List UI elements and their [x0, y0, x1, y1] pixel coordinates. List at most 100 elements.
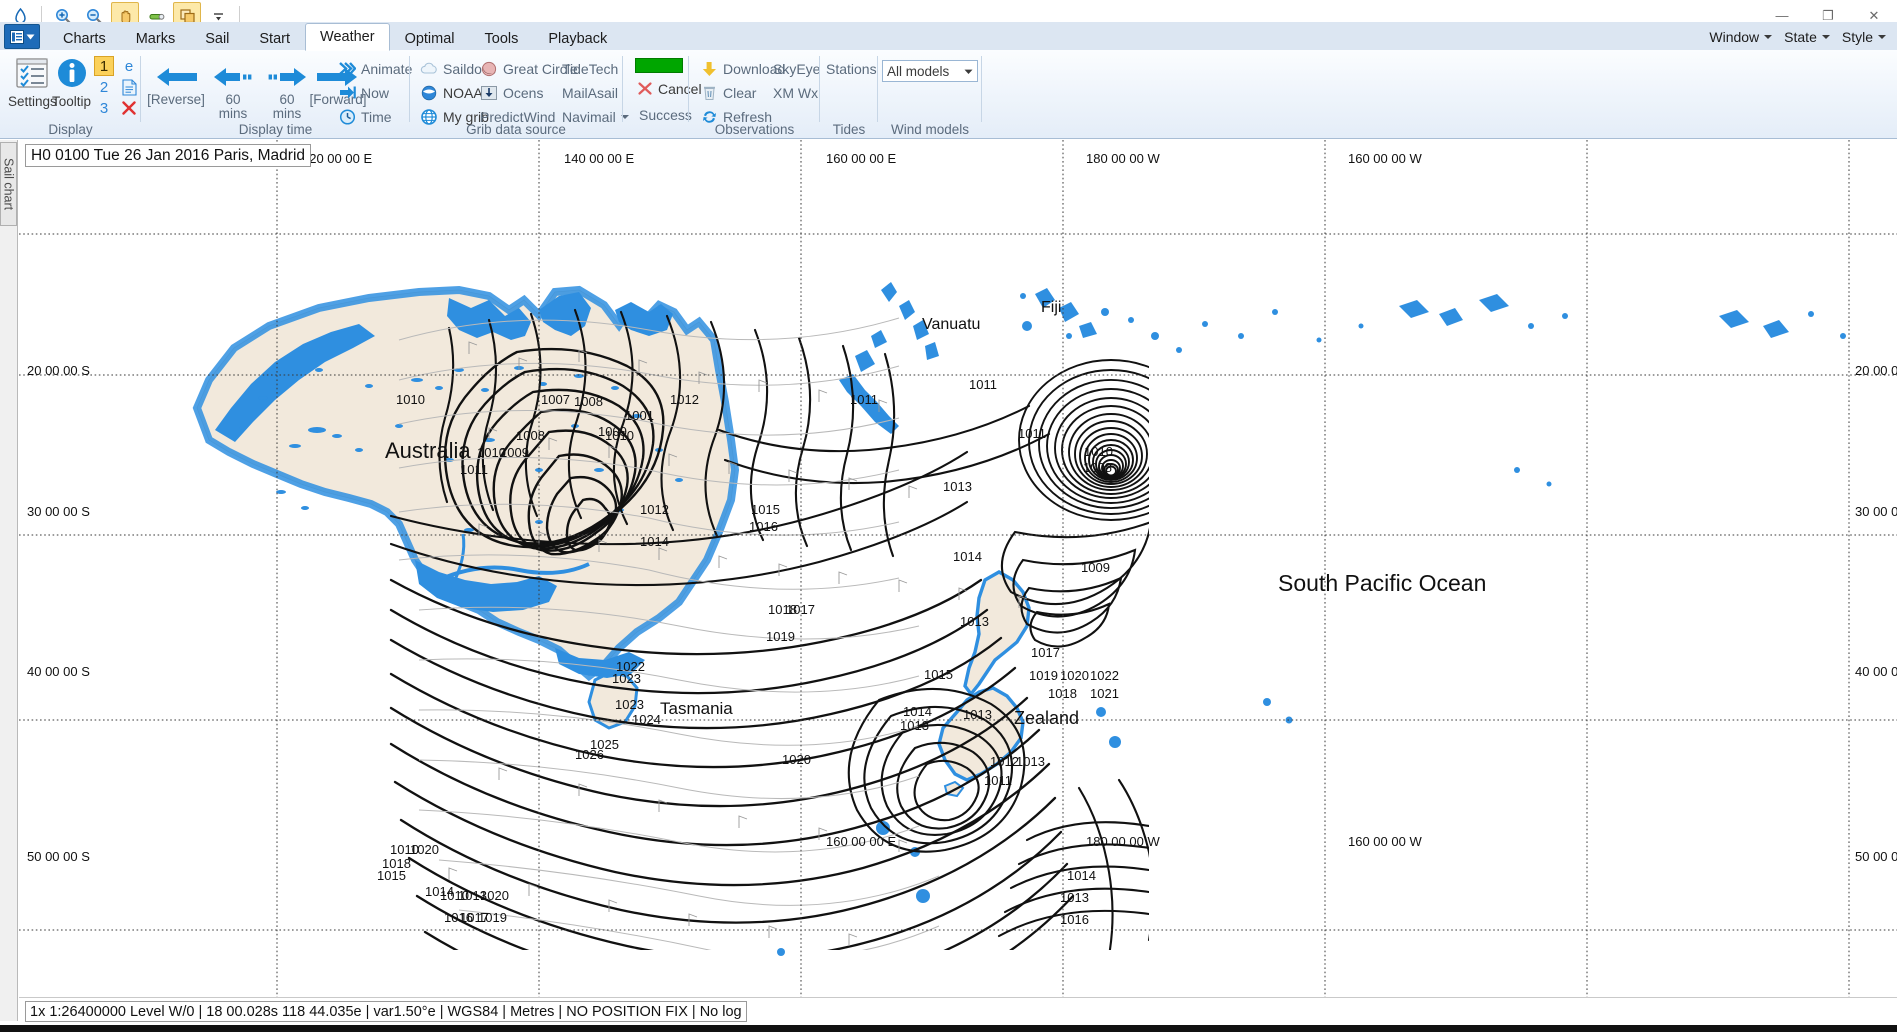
- layer-1-button[interactable]: 1: [94, 56, 114, 76]
- status-text: 1x 1:26400000 Level W/0 | 18 00.028s 118…: [25, 1001, 747, 1022]
- isobar-label: 1014: [640, 534, 669, 549]
- isobar-label: 1011: [850, 392, 878, 407]
- longitude-label: 140 00 00 E: [564, 151, 634, 166]
- tidetech-button[interactable]: TideTech: [560, 58, 631, 79]
- latitude-label: 40 00 00 S: [27, 664, 90, 679]
- place-label: Zealand: [1014, 708, 1079, 729]
- isobar-label: 1014: [1067, 868, 1096, 883]
- tab-optimal[interactable]: Optimal: [390, 25, 470, 51]
- isobar-label: 1022: [1090, 668, 1119, 683]
- clear-label: Clear: [723, 85, 756, 101]
- isobar-label: 1011: [969, 377, 997, 392]
- group-separator-inner: [622, 56, 623, 122]
- tab-label: Tools: [485, 31, 519, 47]
- isobar-label: 1012: [990, 754, 1019, 769]
- close-icon: ✕: [1869, 9, 1880, 22]
- e-button[interactable]: e: [119, 56, 139, 76]
- animate-icon: [339, 61, 356, 76]
- wind-model-value: All models: [883, 64, 960, 79]
- isobar-label: 1021: [1090, 686, 1119, 701]
- tab-label: Charts: [63, 31, 106, 47]
- animate-button[interactable]: Animate: [337, 58, 414, 79]
- isobar-label: 1013: [1016, 754, 1045, 769]
- menu-state-label: State: [1784, 29, 1817, 45]
- sail-chart-canvas[interactable]: H0 0100 Tue 26 Jan 2016 Paris, Madrid 12…: [19, 140, 1897, 997]
- latitude-label: 50 00 00: [1855, 849, 1897, 864]
- tooltip-button[interactable]: Tooltip: [52, 56, 91, 109]
- isobar-label: 1012: [670, 392, 699, 407]
- isobar-label: 1008: [516, 428, 545, 443]
- application-menu-button[interactable]: [4, 24, 40, 49]
- status-bar: 1x 1:26400000 Level W/0 | 18 00.028s 118…: [19, 997, 1897, 1025]
- now-button[interactable]: Now: [337, 82, 414, 103]
- ocens-label: Ocens: [503, 85, 543, 101]
- back-60-mins-button[interactable]: 60 mins: [207, 66, 259, 121]
- isobar-label: 1024: [632, 712, 661, 727]
- tab-label: Sail: [205, 31, 229, 47]
- group-separator: [981, 56, 982, 122]
- latitude-label: 30 00 00 S: [27, 504, 90, 519]
- isobar-label: 1023: [615, 697, 644, 712]
- tab-label: Marks: [136, 31, 175, 47]
- xm-wx-label: XM Wx: [773, 85, 818, 101]
- longitude-label: 180 00 00 W: [1086, 834, 1160, 849]
- isobar-label: 1015: [924, 667, 953, 682]
- sail-chart-dock-tab[interactable]: Sail chart: [0, 142, 17, 226]
- menu-state[interactable]: State: [1779, 25, 1835, 49]
- tab-tools[interactable]: Tools: [470, 25, 534, 51]
- menu-list-icon: [10, 30, 24, 44]
- isobar-label: 1014: [903, 704, 932, 719]
- display-layer-numbers: 1 2 3: [94, 56, 114, 118]
- place-label: Fiji: [1041, 299, 1061, 317]
- tab-label: Playback: [548, 31, 607, 47]
- tab-start[interactable]: Start: [244, 25, 305, 51]
- tab-label: Start: [259, 31, 290, 47]
- tab-playback[interactable]: Playback: [533, 25, 622, 51]
- group-label-wind-models: Wind models: [878, 122, 982, 137]
- noaa-icon: [420, 85, 438, 101]
- place-label: Australia: [385, 438, 471, 464]
- layer-2-button[interactable]: 2: [94, 77, 114, 97]
- skyeye-button[interactable]: SkyEye: [771, 58, 822, 79]
- document-button[interactable]: [119, 77, 139, 97]
- animate-label: Animate: [361, 61, 412, 77]
- xm-wx-button[interactable]: XM Wx: [771, 82, 822, 103]
- isobar-label: 1016: [749, 519, 778, 534]
- settings-button[interactable]: Settings: [8, 56, 57, 109]
- stations-button[interactable]: Stations: [824, 58, 879, 79]
- isobar-label: 1013: [963, 707, 992, 722]
- arrow-left-step-icon: [212, 66, 254, 88]
- delete-button[interactable]: [119, 98, 139, 118]
- forward-60-mins-button[interactable]: 60 mins: [261, 66, 313, 121]
- latitude-label: 20 00 00: [1855, 363, 1897, 378]
- chevron-down-icon: [26, 32, 35, 41]
- tab-charts[interactable]: Charts: [48, 25, 121, 51]
- ocens-icon: [480, 85, 498, 101]
- isobar-label: 1008: [574, 394, 603, 409]
- display-extra-buttons: e: [119, 56, 139, 118]
- isobar-label: 1001: [625, 408, 654, 423]
- menu-style[interactable]: Style: [1837, 25, 1891, 49]
- ribbon-group-wind-models: All models Wind models: [878, 50, 982, 139]
- red-x-icon: [637, 81, 653, 96]
- wind-model-select[interactable]: All models: [882, 60, 978, 82]
- reverse-button[interactable]: [Reverse]: [150, 66, 202, 107]
- longitude-label: 160 00 00 E: [826, 151, 896, 166]
- tab-weather[interactable]: Weather: [305, 23, 390, 51]
- chevron-down-icon: [960, 61, 977, 81]
- back-60-label-2: mins: [219, 107, 248, 121]
- restore-icon: ❐: [1822, 9, 1834, 22]
- group-label-grib-source: Grib data source: [410, 122, 622, 137]
- isobar-label: 1009: [500, 445, 529, 460]
- ribbon-group-grib-source: Saildocs NOAA: [410, 50, 689, 139]
- ribbon: Settings Tooltip 1 2 3 e: [0, 50, 1897, 139]
- isobar-label: 1017: [1031, 645, 1060, 660]
- menu-window[interactable]: Window: [1704, 25, 1777, 49]
- settings-icon: [14, 56, 50, 92]
- place-label: South Pacific Ocean: [1278, 570, 1486, 597]
- layer-3-button[interactable]: 3: [94, 98, 114, 118]
- tab-marks[interactable]: Marks: [121, 25, 190, 51]
- latitude-label: 40 00 00: [1855, 664, 1897, 679]
- mailasail-button[interactable]: MailAsail: [560, 82, 631, 103]
- tab-sail[interactable]: Sail: [190, 25, 244, 51]
